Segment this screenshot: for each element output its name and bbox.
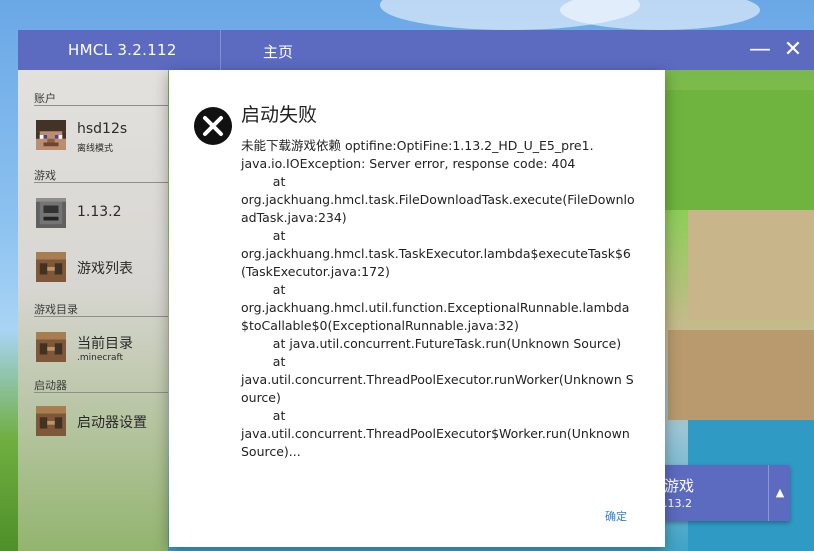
- dialog-title: 启动失败: [241, 104, 318, 126]
- error-dialog: 启动失败 未能下载游戏依赖 optifine:OptiFine:1.13.2_H…: [169, 70, 665, 547]
- ok-button[interactable]: 确定: [601, 506, 631, 526]
- dialog-overlay: 启动失败 未能下载游戏依赖 optifine:OptiFine:1.13.2_H…: [0, 0, 814, 551]
- dialog-message: 未能下载游戏依赖 optifine:OptiFine:1.13.2_HD_U_E…: [241, 138, 635, 459]
- error-x-icon: [194, 107, 232, 145]
